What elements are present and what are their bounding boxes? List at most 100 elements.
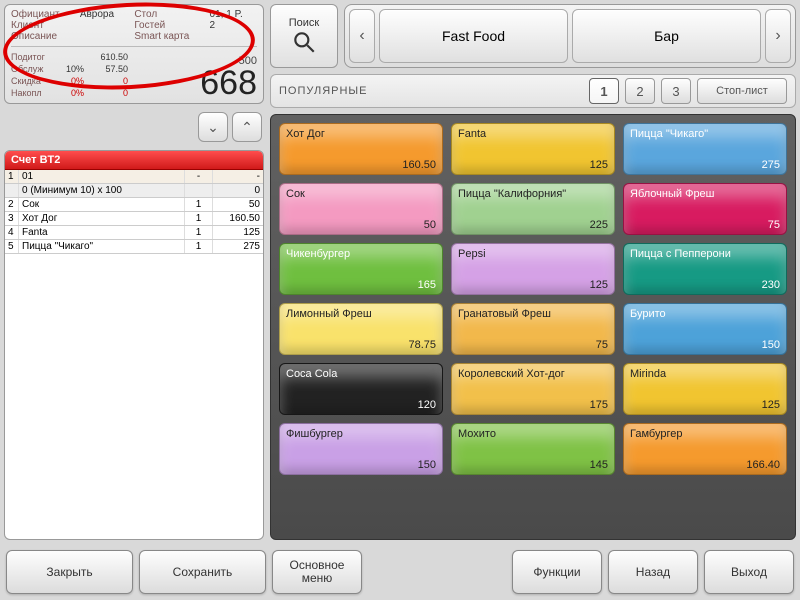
tab-next-button[interactable]: ›	[765, 9, 791, 63]
tab-fastfood[interactable]: Fast Food	[379, 9, 568, 63]
order-info-panel: Официант Аврора Стол 01, 1 P. Клиент Гос…	[4, 4, 264, 104]
bill-row[interactable]: 4Fanta1125	[5, 226, 263, 240]
product-tile[interactable]: Бурито150	[623, 303, 787, 355]
subtotal-label: Подитог	[11, 51, 56, 63]
page-3-button[interactable]: 3	[661, 78, 691, 104]
product-tile[interactable]: Яблочный Фреш75	[623, 183, 787, 235]
tile-price: 175	[590, 399, 608, 411]
tile-name: Яблочный Фреш	[630, 188, 780, 200]
tile-name: Fanta	[458, 128, 608, 140]
product-tile[interactable]: Пицца "Чикаго"275	[623, 123, 787, 175]
product-tile[interactable]: Мохито145	[451, 423, 615, 475]
tile-name: Королевский Хот-дог	[458, 368, 608, 380]
tile-price: 165	[418, 279, 436, 291]
row-name: Хот Дог	[19, 212, 185, 225]
tile-name: Мохито	[458, 428, 608, 440]
discount-pct: 0%	[60, 75, 84, 87]
scroll-down-button[interactable]: ⌄	[198, 112, 228, 142]
tile-price: 166.40	[746, 459, 780, 471]
product-tile[interactable]: Сок50	[279, 183, 443, 235]
product-tile[interactable]: Пицца с Пепперони230	[623, 243, 787, 295]
row-sum: 125	[213, 226, 263, 239]
service-label: Обслуж	[11, 63, 56, 75]
chevron-up-icon: ⌃	[241, 119, 253, 136]
savings-value: 0	[88, 87, 128, 99]
tile-name: Mirinda	[630, 368, 780, 380]
bill-row[interactable]: 2Сок150	[5, 198, 263, 212]
client-label: Клиент	[11, 20, 74, 31]
page-1-button[interactable]: 1	[589, 78, 619, 104]
stoplist-button[interactable]: Стоп-лист	[697, 78, 787, 104]
tile-price: 150	[418, 459, 436, 471]
product-tile[interactable]: Coca Cola120	[279, 363, 443, 415]
chevron-down-icon: ⌄	[207, 119, 219, 136]
product-tile[interactable]: Фишбургер 150	[279, 423, 443, 475]
row-num: 2	[5, 198, 19, 211]
bill-title: Счет BT2	[5, 151, 263, 170]
tile-price: 125	[762, 399, 780, 411]
tab-prev-button[interactable]: ‹	[349, 9, 375, 63]
client-value	[80, 20, 128, 31]
tile-name: Лимонный Фреш	[286, 308, 436, 320]
scroll-up-button[interactable]: ⌃	[232, 112, 262, 142]
category-tabs: ‹ Fast Food Бар ›	[344, 4, 796, 68]
row-num: 3	[5, 212, 19, 225]
product-tile[interactable]: Пицца "Калифорния" 225	[451, 183, 615, 235]
back-button[interactable]: Назад	[608, 550, 698, 594]
product-grid: Хот Дог 160.50 Fanta 125 Пицца "Чикаго"275 Со…	[270, 114, 796, 540]
tile-price: 125	[590, 159, 608, 171]
product-tile[interactable]: Чикенбургер 165	[279, 243, 443, 295]
tile-name: Чикенбургер	[286, 248, 436, 260]
chevron-right-icon: ›	[775, 27, 780, 45]
tile-name: Хот Дог	[286, 128, 436, 140]
tab-bar[interactable]: Бар	[572, 9, 761, 63]
search-button[interactable]: Поиск	[270, 4, 338, 68]
row-num	[5, 184, 19, 197]
main-menu-button[interactable]: Основноеменю	[272, 550, 362, 594]
product-tile[interactable]: Pepsi125	[451, 243, 615, 295]
guests-label: Гостей	[134, 20, 203, 31]
row-name: Fanta	[19, 226, 185, 239]
row-num: 1	[5, 170, 19, 183]
bill-row[interactable]: 101--	[5, 170, 263, 184]
tile-price: 78.75	[408, 339, 436, 351]
tile-name: Пицца "Чикаго"	[630, 128, 780, 140]
bill-row[interactable]: 5Пицца "Чикаго"1275	[5, 240, 263, 254]
bill-row[interactable]: 3Хот Дог1160.50	[5, 212, 263, 226]
table-label: Стол	[134, 9, 203, 20]
popular-header: ПОПУЛЯРНЫЕ 1 2 3 Стоп-лист	[270, 74, 796, 108]
close-button[interactable]: Закрыть	[6, 550, 133, 594]
desc-value	[80, 31, 128, 42]
row-sum: 0	[213, 184, 263, 197]
tile-price: 230	[762, 279, 780, 291]
tile-price: 120	[418, 399, 436, 411]
product-tile[interactable]: Гамбургер166.40	[623, 423, 787, 475]
savings-label: Накопл	[11, 87, 56, 99]
exit-button[interactable]: Выход	[704, 550, 794, 594]
product-tile[interactable]: Гранатовый Фреш75	[451, 303, 615, 355]
tile-name: Гранатовый Фреш	[458, 308, 608, 320]
bill-row[interactable]: 0 (Минимум 10) x 100 0	[5, 184, 263, 198]
tile-price: 160.50	[402, 159, 436, 171]
product-tile[interactable]: Mirinda 125	[623, 363, 787, 415]
page-2-button[interactable]: 2	[625, 78, 655, 104]
save-button[interactable]: Сохранить	[139, 550, 266, 594]
product-tile[interactable]: Fanta 125	[451, 123, 615, 175]
tile-price: 225	[590, 219, 608, 231]
functions-button[interactable]: Функции	[512, 550, 602, 594]
tile-name: Пицца "Калифорния"	[458, 188, 608, 200]
product-tile[interactable]: Лимонный Фреш 78.75	[279, 303, 443, 355]
row-name: 01	[19, 170, 185, 183]
product-tile[interactable]: Королевский Хот-дог 175	[451, 363, 615, 415]
service-value: 57.50	[88, 63, 128, 75]
row-sum: 160.50	[213, 212, 263, 225]
row-name: 0 (Минимум 10) x 100	[19, 184, 185, 197]
tile-name: Фишбургер	[286, 428, 436, 440]
row-qty	[185, 184, 213, 197]
row-name: Пицца "Чикаго"	[19, 240, 185, 253]
product-tile[interactable]: Хот Дог 160.50	[279, 123, 443, 175]
chevron-left-icon: ‹	[359, 27, 364, 45]
row-num: 4	[5, 226, 19, 239]
popular-title: ПОПУЛЯРНЫЕ	[279, 85, 583, 97]
tile-price: 125	[590, 279, 608, 291]
